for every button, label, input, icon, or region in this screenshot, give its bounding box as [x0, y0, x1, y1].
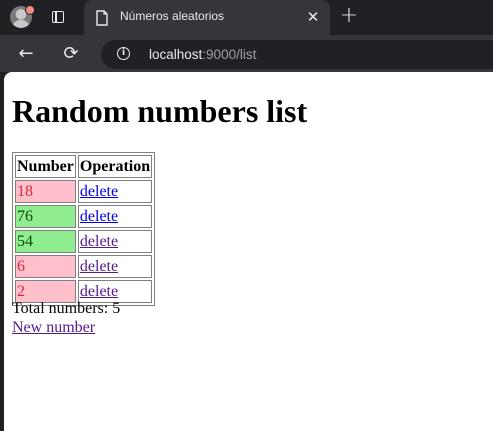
page-title: Random numbers list — [12, 93, 308, 129]
new-number-link[interactable]: New number — [12, 318, 95, 337]
delete-link[interactable]: delete — [80, 233, 118, 250]
table-row: 76 delete — [15, 205, 153, 228]
address-bar[interactable]: i localhost:9000/list — [101, 40, 493, 69]
column-header-operation: Operation — [77, 155, 153, 178]
reload-icon[interactable]: ⟳ — [57, 40, 85, 68]
table-row: 6 delete — [15, 255, 153, 278]
delete-link[interactable]: delete — [80, 183, 118, 200]
delete-link[interactable]: delete — [80, 208, 118, 225]
page-viewport: Random numbers list Number Operation 18 … — [4, 72, 493, 431]
tab-active[interactable]: Números aleatorios ✕ — [84, 0, 330, 35]
close-tab-icon[interactable]: ✕ — [304, 8, 322, 26]
tab-strip: Números aleatorios ✕ + — [0, 0, 493, 35]
number-cell: 6 — [15, 255, 76, 278]
column-header-number: Number — [15, 155, 76, 178]
document-icon — [96, 10, 108, 26]
total-count-text: Total numbers: 5 — [12, 300, 121, 317]
table-row: 18 delete — [15, 180, 153, 203]
profile-notification-dot — [25, 5, 35, 15]
number-cell: 54 — [15, 230, 76, 253]
url-text[interactable]: localhost:9000/list — [149, 47, 256, 62]
table-header-row: Number Operation — [15, 155, 153, 178]
back-arrow-icon[interactable]: ← — [12, 40, 40, 68]
url-path: :9000/list — [202, 47, 257, 62]
tab-actions-icon[interactable] — [50, 9, 66, 25]
number-cell: 76 — [15, 205, 76, 228]
table-row: 54 delete — [15, 230, 153, 253]
delete-link[interactable]: delete — [80, 258, 118, 275]
delete-link[interactable]: delete — [80, 283, 118, 300]
new-tab-icon[interactable]: + — [338, 5, 360, 28]
tab-title: Números aleatorios — [120, 9, 225, 23]
browser-toolbar: ← ⟳ i localhost:9000/list — [0, 35, 493, 72]
number-cell: 18 — [15, 180, 76, 203]
numbers-table: Number Operation 18 delete 76 delete 54 … — [12, 152, 156, 306]
site-info-icon[interactable]: i — [117, 47, 130, 60]
url-host: localhost — [149, 47, 203, 62]
